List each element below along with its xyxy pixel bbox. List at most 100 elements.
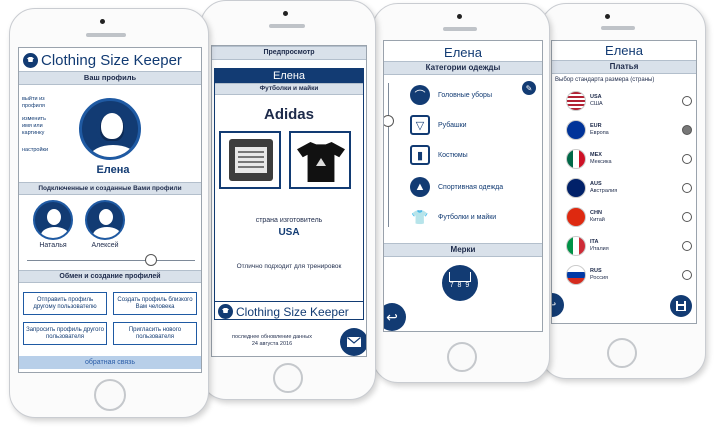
country-radio[interactable] [682, 270, 692, 280]
back-arrow-icon: ↩ [552, 300, 556, 311]
phone-categories: Елена Категории одежды ✎ ⌒ Головные убор… [372, 3, 550, 383]
preview-card: Елена Футболки и майки Adidas страна изг… [214, 68, 364, 320]
shirt-icon: ▽ [410, 115, 430, 135]
country-name: Мексика [590, 159, 612, 165]
country-radio[interactable] [682, 183, 692, 193]
screen: Предпросмотр Елена Футболки и майки Adid… [211, 45, 367, 357]
profile-aleksey[interactable]: Алексей [85, 200, 125, 249]
category-label: Спортивная одежда [438, 183, 504, 191]
home-button[interactable] [607, 338, 637, 368]
back-arrow-icon: ↩ [386, 308, 398, 325]
scroll-track [388, 83, 389, 227]
home-button[interactable] [273, 363, 303, 393]
home-button[interactable] [94, 379, 126, 411]
camera-dot [605, 14, 610, 19]
scroll-thumb[interactable] [384, 115, 394, 127]
country-option-aus[interactable]: AUS Австралия [566, 176, 694, 200]
user-name: Елена [96, 164, 130, 176]
profile-name: Наталья [39, 242, 67, 249]
screen: Елена Платья Выбор стандарта размера (ст… [551, 40, 697, 324]
country-radio[interactable] [682, 212, 692, 222]
app-title: Clothing Size Keeper [41, 52, 182, 69]
label-photo[interactable] [219, 131, 281, 189]
country-name: Россия [590, 275, 609, 281]
male-avatar-icon [85, 200, 125, 240]
feedback-link[interactable]: обратная связь [19, 356, 201, 369]
category-bar: Футболки и майки [215, 83, 363, 95]
country-option-eur[interactable]: EUR Европа [566, 118, 694, 142]
country-code: USA [590, 94, 602, 100]
female-avatar-icon [33, 200, 73, 240]
country-option-chn[interactable]: CHN Китай [566, 205, 694, 229]
back-button[interactable]: ↩ [384, 303, 406, 331]
country-code: MEX [590, 152, 602, 158]
ruler-button[interactable]: 7 8 9 [442, 265, 478, 301]
preview-bar: Предпросмотр [212, 46, 366, 60]
floppy-disk-icon [676, 301, 686, 311]
usa-flag-icon [566, 91, 586, 111]
country-code: ITA [590, 239, 599, 245]
connected-bar: Подключенные и созданные Вами профили [19, 182, 201, 195]
measures-bar: Мерки [384, 243, 542, 257]
app-header: Clothing Size Keeper [19, 48, 201, 71]
country-option-usa[interactable]: USA США [566, 89, 694, 113]
back-button[interactable]: ↩ [552, 293, 564, 317]
user-avatar[interactable] [79, 98, 141, 160]
country-code: RUS [590, 268, 602, 274]
send-profile-button[interactable]: Отправить профиль другому пользователю [23, 292, 107, 315]
category-suits[interactable]: ▮ Костюмы [410, 145, 468, 165]
categories-bar: Категории одежды [384, 61, 542, 75]
settings-link[interactable]: настройки [22, 147, 48, 154]
request-profile-button[interactable]: Запросить профиль другого пользователя [23, 322, 107, 345]
pencil-icon: ✎ [525, 83, 533, 93]
country-name: Италия [590, 246, 609, 252]
edit-name-link[interactable]: изменить имя или картинку [22, 116, 48, 137]
mockup-stage: Елена Платья Выбор стандарта размера (ст… [0, 0, 714, 432]
tshirt-icon: 👕 [410, 207, 430, 227]
edit-button[interactable]: ✎ [522, 81, 536, 95]
screen: Елена Категории одежды ✎ ⌒ Головные убор… [383, 40, 543, 332]
ruler-icon [449, 272, 471, 282]
profile-name: Алексей [91, 242, 119, 249]
user-name: Елена [605, 43, 643, 58]
speaker-slot [86, 33, 126, 37]
save-button[interactable] [670, 295, 692, 317]
country-radio[interactable] [682, 96, 692, 106]
category-label: Костюмы [438, 151, 468, 159]
country-radio[interactable] [682, 241, 692, 251]
home-button[interactable] [447, 342, 477, 372]
logout-link[interactable]: выйти из профиля [22, 96, 48, 110]
speaker-slot [269, 24, 305, 28]
jacket-icon: ▲ [410, 177, 430, 197]
camera-dot [100, 19, 105, 24]
tshirt-image [297, 142, 345, 182]
profiles-scroll-thumb[interactable] [145, 254, 157, 266]
category-shirts[interactable]: ▽ Рубашки [410, 115, 467, 135]
invite-user-button[interactable]: Пригласить нового пользователя [113, 322, 197, 345]
country-text: CHN Китай [590, 210, 605, 224]
phone-country-standard: Елена Платья Выбор стандарта размера (ст… [540, 3, 706, 379]
eur-flag-icon [566, 120, 586, 140]
country-name: Австралия [590, 188, 618, 194]
country-radio[interactable] [682, 125, 692, 135]
send-mail-button[interactable] [340, 328, 366, 356]
avatar-face [101, 113, 123, 139]
create-profile-button[interactable]: Создать профиль близкого Вам человека [113, 292, 197, 315]
country-option-ita[interactable]: ITA Италия [566, 234, 694, 258]
country-option-rus[interactable]: RUS Россия [566, 263, 694, 287]
country-code: CHN [590, 210, 602, 216]
category-sportswear[interactable]: ▲ Спортивная одежда [410, 177, 503, 197]
category-hats[interactable]: ⌒ Головные уборы [410, 85, 492, 105]
exchange-bar: Обмен и создание профилей [19, 270, 201, 283]
rus-flag-icon [566, 265, 586, 285]
profile-bar: Ваш профиль [19, 71, 201, 85]
hanger-logo-icon [23, 53, 38, 68]
country-option-mex[interactable]: MEX Мексика [566, 147, 694, 171]
item-photo[interactable] [289, 131, 351, 189]
country-label: страна изготовитель [255, 217, 323, 224]
country-radio[interactable] [682, 154, 692, 164]
clothing-label-image [229, 139, 273, 181]
profile-natalia[interactable]: Наталья [33, 200, 73, 249]
user-name: Елена [444, 45, 482, 60]
category-tshirts[interactable]: 👕 Футболки и майки [410, 207, 496, 227]
